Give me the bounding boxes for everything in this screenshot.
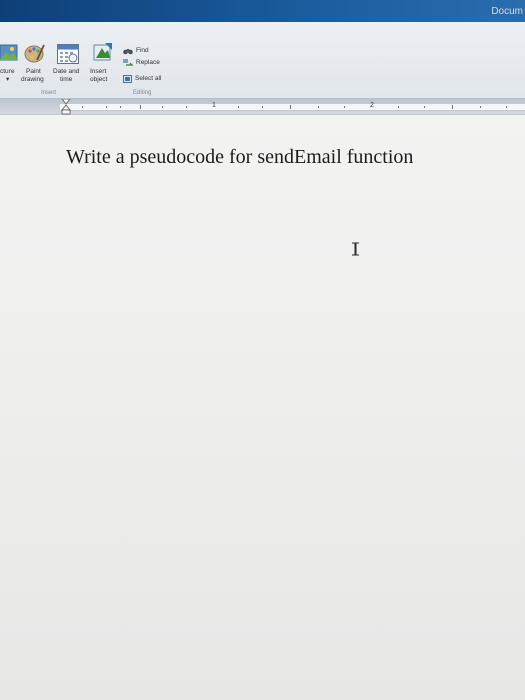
ruler-tick: [238, 106, 239, 108]
ruler-tick: [452, 105, 453, 109]
ribbon: cture ▾ Paint drawing Date and time Inse…: [0, 22, 525, 99]
date-time-button[interactable]: Date and time: [50, 44, 86, 88]
ruler-tick: [398, 106, 399, 108]
picture-dropdown-arrow: ▾: [6, 76, 10, 83]
ruler-tick: [318, 106, 319, 108]
picture-button[interactable]: cture ▾: [0, 44, 20, 88]
title-bar: Docum: [0, 0, 525, 22]
replace-label: Replace: [136, 59, 160, 66]
paint-icon: [24, 44, 45, 63]
picture-label: cture: [0, 68, 15, 75]
date-time-label-line1: Date and: [53, 68, 80, 75]
ibeam-cursor-icon: [352, 242, 359, 256]
paint-drawing-button[interactable]: Paint drawing: [20, 44, 48, 88]
editing-group-label: Editing: [133, 90, 152, 96]
ruler-tick: [120, 106, 121, 108]
ruler-tick: [344, 106, 345, 108]
ruler-strip: [60, 103, 525, 111]
ruler-tick: [290, 105, 291, 109]
ruler-number-1: 1: [212, 102, 216, 109]
insert-object-label-line2: object: [90, 76, 108, 83]
paint-drawing-label-line1: Paint: [26, 68, 41, 75]
ruler-tick: [140, 105, 141, 109]
select-all-button[interactable]: Select all: [123, 73, 161, 84]
indent-marker-icon[interactable]: [61, 99, 71, 115]
binoculars-icon: [123, 48, 133, 54]
insert-object-button[interactable]: Insert object: [86, 43, 120, 88]
select-all-label: Select all: [135, 75, 162, 82]
date-time-label-line2: time: [60, 76, 73, 83]
ruler-tick: [262, 106, 263, 108]
ruler-number-2: 2: [370, 102, 374, 109]
document-text[interactable]: Write a pseudocode for sendEmail functio…: [66, 146, 413, 169]
ruler-tick: [424, 106, 425, 108]
ruler-tick: [506, 106, 507, 108]
ruler-tick: [82, 106, 83, 108]
insert-group-label: Insert: [41, 90, 57, 96]
find-label: Find: [136, 47, 149, 54]
ruler-tick: [106, 106, 107, 108]
replace-button[interactable]: Replace: [123, 57, 160, 68]
select-all-icon: [123, 74, 132, 83]
document-page[interactable]: Write a pseudocode for sendEmail functio…: [0, 115, 525, 700]
ruler: 1 2: [0, 99, 525, 115]
replace-icon: [123, 58, 133, 66]
ruler-tick: [186, 106, 187, 108]
insert-object-label-line1: Insert: [90, 68, 107, 75]
window-title: Docum: [491, 6, 523, 17]
picture-icon: [0, 44, 18, 61]
ruler-tick: [162, 106, 163, 108]
insert-object-icon: [93, 43, 112, 61]
calendar-icon: [57, 44, 79, 64]
find-button[interactable]: Find: [123, 45, 149, 56]
ruler-tick: [480, 106, 481, 108]
paint-drawing-label-line2: drawing: [21, 76, 44, 83]
